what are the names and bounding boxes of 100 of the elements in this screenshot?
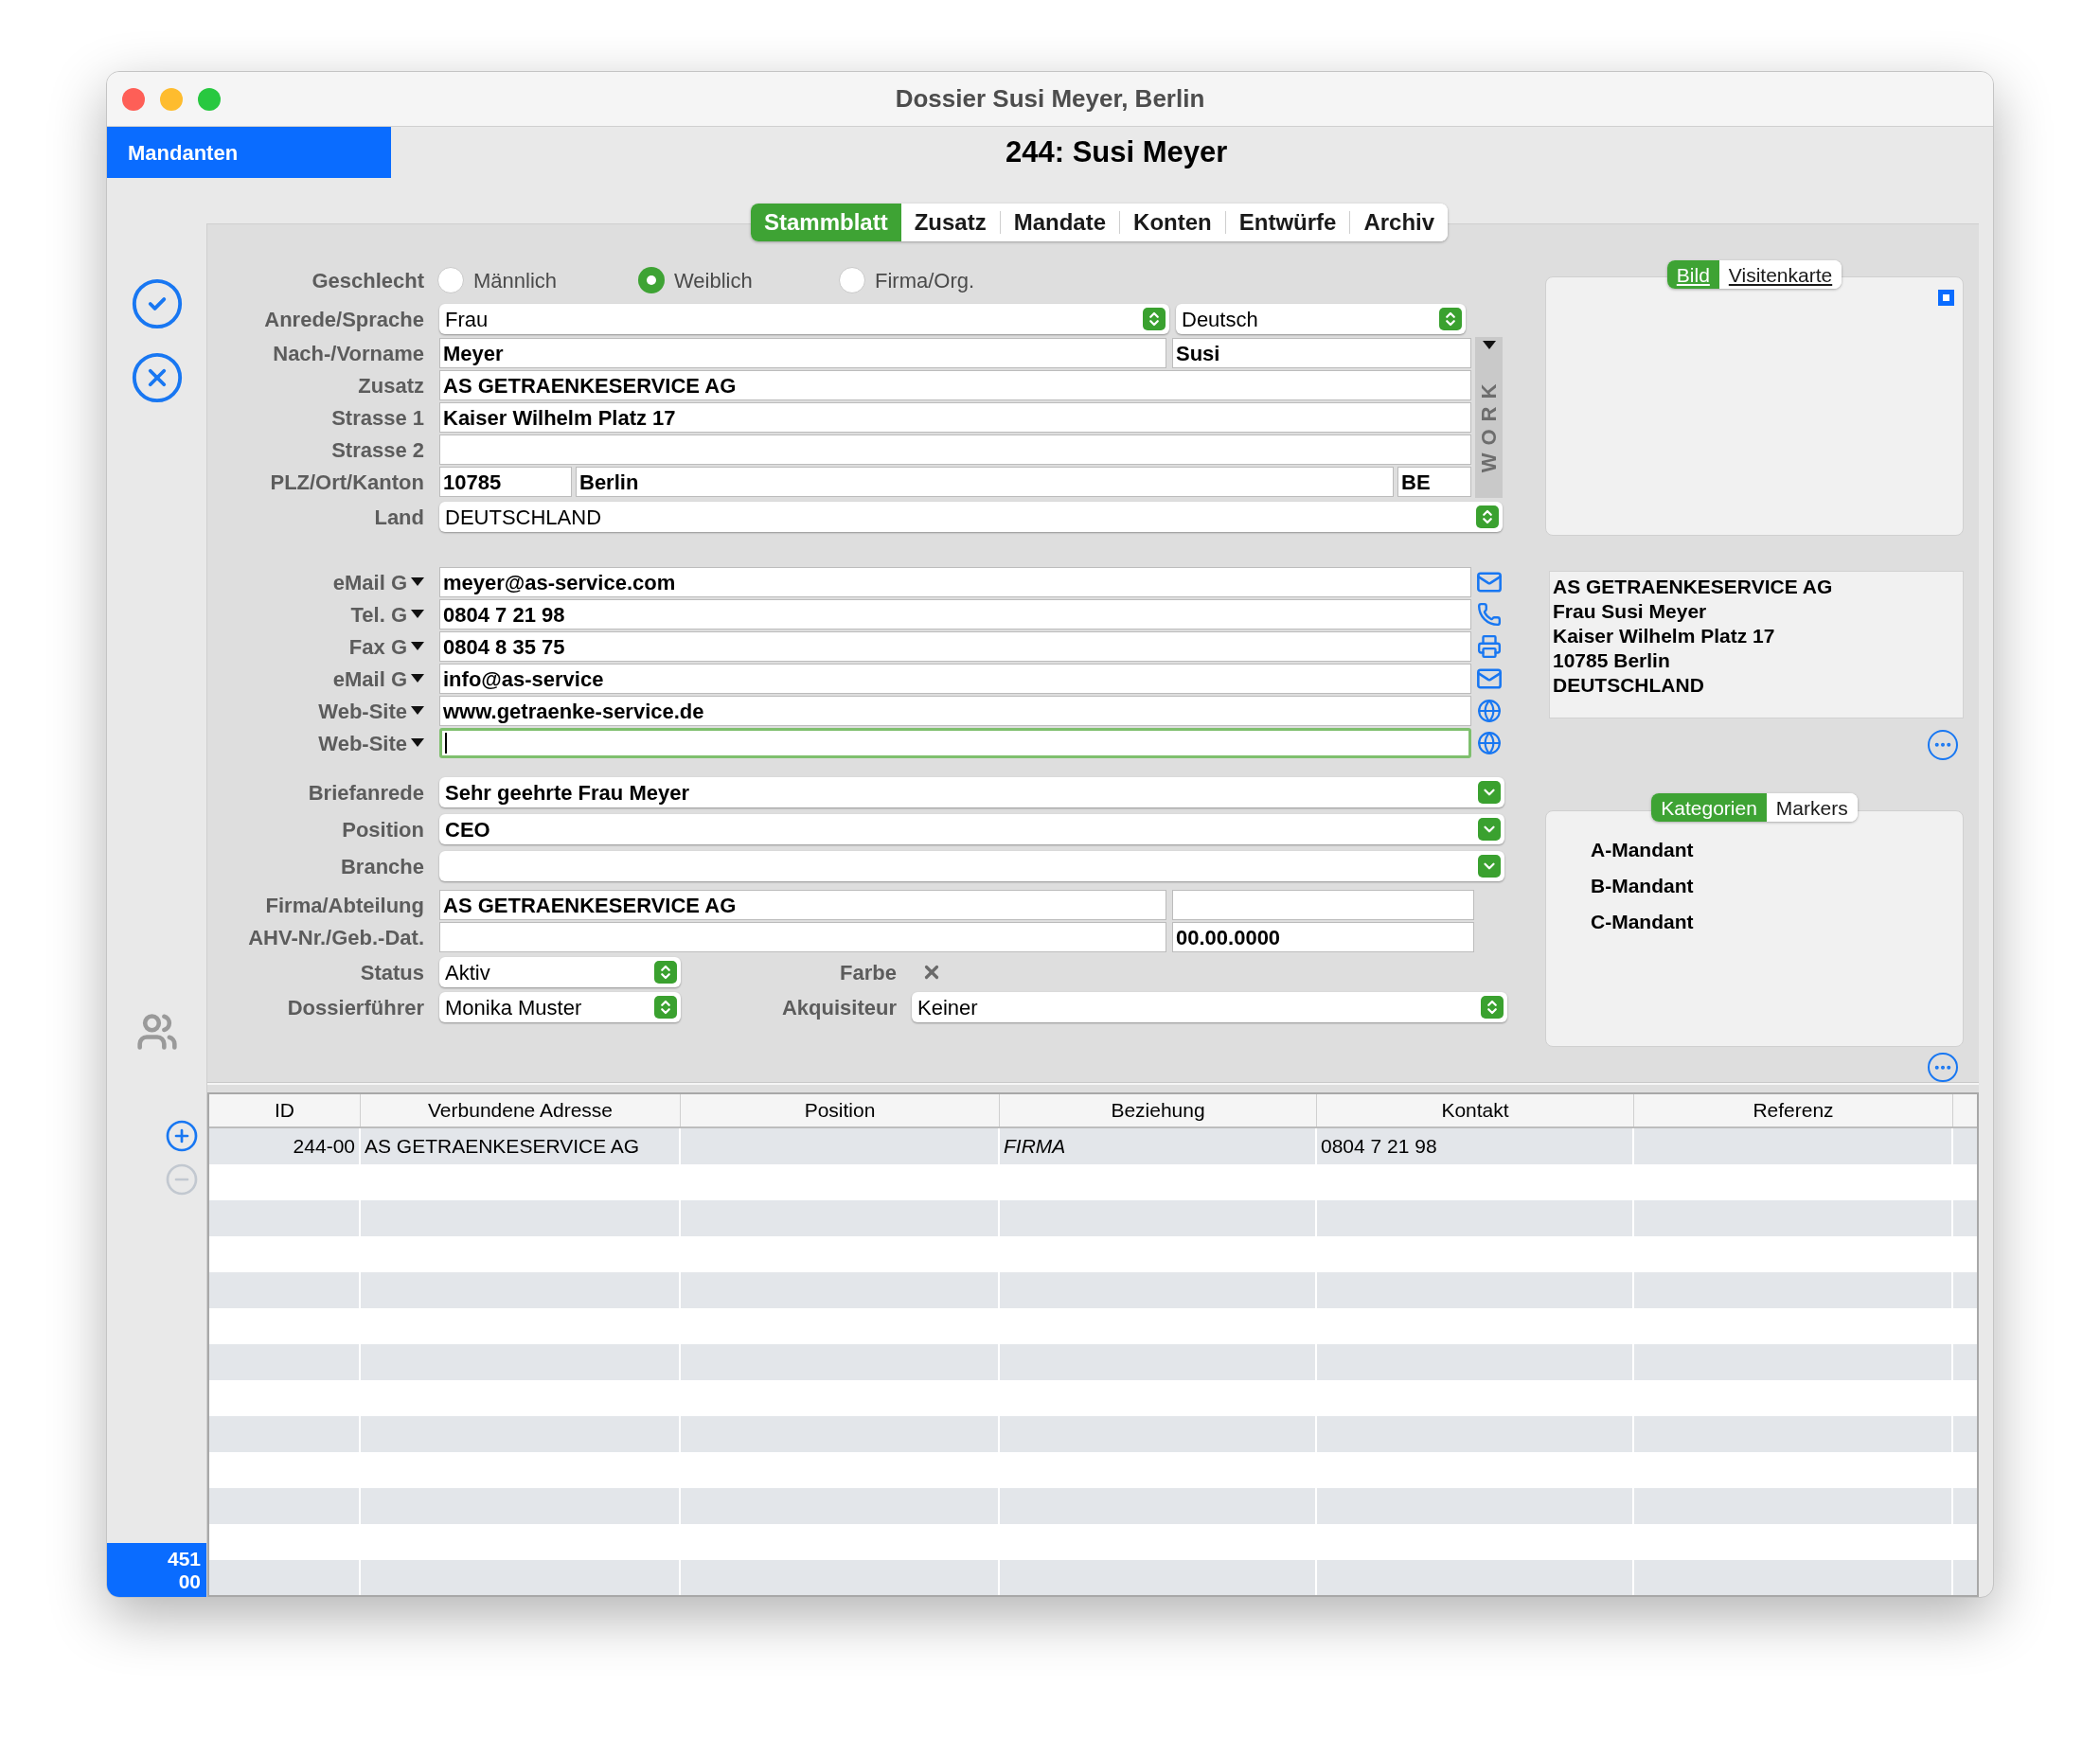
caret-icon[interactable] [411, 642, 424, 651]
chevron-down-icon [1478, 818, 1501, 841]
record-counter: 451 00 [107, 1543, 206, 1597]
tab[interactable]: Konten [1120, 204, 1225, 241]
text-field[interactable] [439, 922, 1166, 952]
tab[interactable]: Markers [1766, 792, 1858, 822]
category-item[interactable]: C-Mandant [1591, 909, 1963, 934]
radio-button[interactable] [839, 267, 865, 293]
text-field[interactable]: Susi [1172, 338, 1471, 368]
tab[interactable]: Visitenkarte [1718, 260, 1842, 289]
phone-icon[interactable] [1477, 602, 1502, 627]
text-field[interactable]: AS GETRAENKESERVICE AG [439, 890, 1166, 920]
field-label: Strasse 2 [331, 436, 424, 464]
dropdown[interactable]: Deutsch [1176, 304, 1466, 334]
text-field[interactable]: 0804 8 35 75 [439, 631, 1471, 662]
mail-icon[interactable] [1476, 569, 1503, 595]
mail-icon[interactable] [1476, 665, 1503, 692]
table-cell-text: FIRMA [1004, 1134, 1066, 1160]
field-label: Tel. G [350, 601, 407, 629]
field-label: PLZ/Ort/Kanton [270, 469, 424, 496]
chevrons-icon [1481, 996, 1504, 1019]
text-field[interactable]: info@as-service [439, 664, 1471, 694]
text-field[interactable]: 00.00.0000 [1172, 922, 1474, 952]
chevron-down-icon [1478, 855, 1501, 878]
dropdown[interactable]: CEO [439, 814, 1504, 844]
text-field[interactable]: 10785 [439, 467, 572, 497]
tab[interactable]: Zusatz [900, 204, 1000, 241]
tab[interactable]: Archiv [1350, 204, 1449, 241]
text-field[interactable]: AS GETRAENKESERVICE AG [439, 370, 1471, 400]
tab[interactable]: Mandate [1000, 204, 1120, 241]
column-header[interactable]: ID [209, 1094, 361, 1126]
add-icon[interactable] [165, 1119, 199, 1153]
radio-label[interactable]: Weiblich [674, 264, 753, 296]
field-label: Strasse 1 [331, 404, 424, 432]
dropdown[interactable]: DEUTSCHLAND [439, 502, 1503, 532]
column-header[interactable]: Position [681, 1094, 1000, 1126]
radio-button[interactable] [437, 267, 464, 293]
field-label: Geschlecht [311, 267, 424, 294]
text-field[interactable]: www.getraenke-service.de [439, 696, 1471, 726]
zoom-button[interactable] [198, 87, 221, 111]
caret-icon[interactable] [411, 577, 424, 587]
field-label: Nach-/Vorname [273, 340, 424, 367]
dropdown[interactable]: Monika Muster [439, 992, 681, 1022]
text-field[interactable]: Kaiser Wilhelm Platz 17 [439, 402, 1471, 433]
column-header[interactable]: Referenz [1634, 1094, 1953, 1126]
column-header[interactable]: Kontakt [1317, 1094, 1634, 1126]
field-label: Dossierführer [287, 994, 424, 1021]
column-header[interactable]: Verbundene Adresse [361, 1094, 681, 1126]
chevrons-icon [654, 961, 677, 984]
tab[interactable]: Entwürfe [1225, 204, 1350, 241]
chevrons-icon [1439, 308, 1462, 330]
radio-button[interactable] [638, 267, 665, 293]
more-icon[interactable] [1928, 730, 1958, 760]
square-icon[interactable] [1938, 290, 1954, 306]
dropdown[interactable]: Keiner [912, 992, 1507, 1022]
field-label: Farbe [840, 959, 897, 986]
category-item[interactable]: A-Mandant [1591, 837, 1963, 862]
caret-icon[interactable] [411, 674, 424, 683]
caret-icon[interactable] [411, 706, 424, 716]
field-label: Zusatz [358, 372, 424, 399]
dropdown[interactable]: Aktiv [439, 957, 681, 987]
text-field[interactable]: 0804 7 21 98 [439, 599, 1471, 630]
globe-icon[interactable] [1477, 731, 1502, 755]
field-label: eMail G [332, 569, 407, 596]
field-label: Fax G [348, 633, 407, 661]
module-label[interactable]: Mandanten [107, 127, 391, 178]
chevron-down-icon [1478, 781, 1501, 804]
caret-icon[interactable] [1482, 341, 1496, 350]
address-card: AS GETRAENKESERVICE AG Frau Susi Meyer Kaiser Wilhelm Platz 17 10785 Berlin DEUTSCHLAND [1549, 571, 1964, 719]
field-label: Akquisiteur [781, 994, 897, 1021]
table-cell-text: 244-00 [293, 1134, 355, 1160]
text-field[interactable] [1172, 890, 1474, 920]
field-label: Anrede/Sprache [264, 306, 424, 333]
category-item[interactable]: B-Mandant [1591, 873, 1963, 898]
text-field[interactable]: Meyer [439, 338, 1166, 368]
field-label: Status [360, 959, 424, 986]
field-label: Web-Site [318, 730, 407, 757]
caret-icon[interactable] [411, 610, 424, 619]
field-label: Briefanrede [308, 779, 424, 807]
text-field[interactable]: meyer@as-service.com [439, 567, 1471, 597]
radio-label[interactable]: Männlich [473, 264, 558, 296]
text-field[interactable]: BE [1397, 467, 1471, 497]
caret-icon[interactable] [411, 738, 424, 748]
table-cell-text: AS GETRAENKESERVICE AG [365, 1134, 640, 1160]
chevrons-icon [1143, 308, 1166, 330]
dropdown[interactable]: Sehr geehrte Frau Meyer [439, 777, 1504, 807]
people-icon[interactable] [135, 1011, 178, 1053]
printer-icon[interactable] [1477, 634, 1502, 659]
text-field[interactable] [439, 728, 1471, 758]
text-field[interactable] [439, 434, 1471, 465]
table-cell-text: 0804 7 21 98 [1321, 1134, 1437, 1160]
close-button[interactable] [122, 87, 145, 111]
field-label: eMail G [332, 665, 407, 693]
globe-icon[interactable] [1477, 699, 1502, 723]
field-label: Firma/Abteilung [265, 892, 424, 919]
column-header[interactable]: Beziehung [1000, 1094, 1317, 1126]
field-label: AHV-Nr./Geb.-Dat. [248, 924, 424, 951]
radio-label[interactable]: Firma/Org. [875, 264, 975, 296]
dropdown[interactable]: Frau [439, 304, 1169, 334]
text-field[interactable]: Berlin [576, 467, 1394, 497]
